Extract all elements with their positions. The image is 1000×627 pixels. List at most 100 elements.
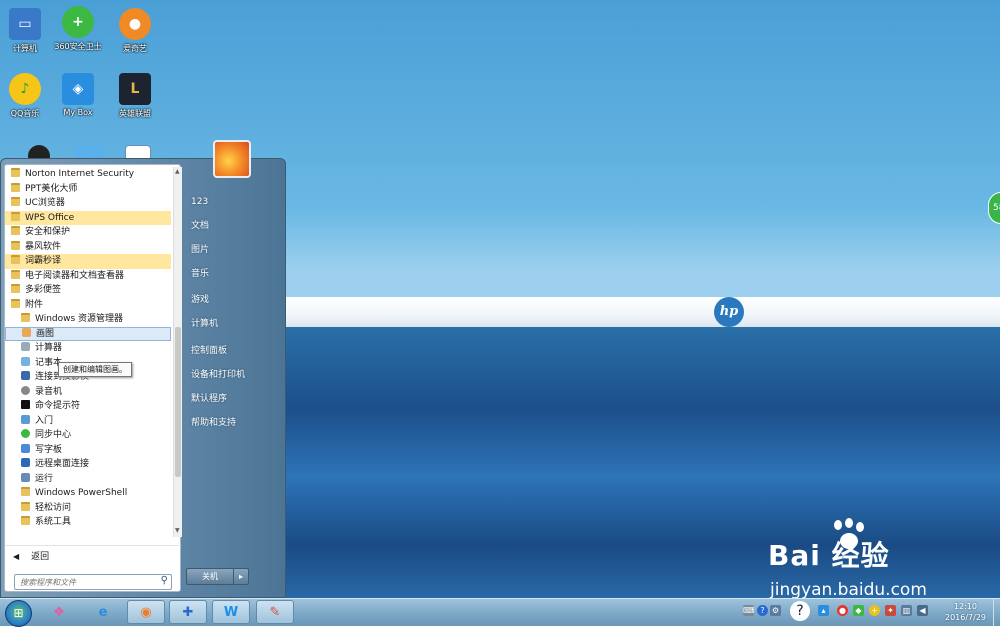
back-arrow-icon: ◀ xyxy=(13,552,20,561)
right-item-devices-printers[interactable]: 设备和打印机 xyxy=(187,367,281,383)
program-folder-wps[interactable]: WPS Office xyxy=(5,210,171,225)
right-item-help-support[interactable]: 帮助和支持 xyxy=(187,415,281,431)
clock-time: 12:10 xyxy=(953,602,978,611)
folder-icon xyxy=(11,298,20,308)
program-folder-accessories[interactable]: 附件 xyxy=(5,298,171,313)
program-remote-desktop[interactable]: 远程桌面连接 xyxy=(5,457,171,472)
program-paint[interactable]: 画图 xyxy=(5,326,171,341)
scroll-down-arrow-icon[interactable]: ▼ xyxy=(175,527,180,534)
taskbar-internet-explorer[interactable]: e xyxy=(84,600,122,624)
program-run[interactable]: 运行 xyxy=(5,472,171,487)
right-item-pictures[interactable]: 图片 xyxy=(187,242,281,258)
start-menu: Norton Internet Security PPT美化大师 UC浏览器 W… xyxy=(0,158,286,598)
program-wordpad[interactable]: 写字板 xyxy=(5,443,171,458)
program-windows-explorer[interactable]: Windows 资源管理器 xyxy=(5,312,171,327)
right-item-default-programs[interactable]: 默认程序 xyxy=(187,391,281,407)
right-item-user-folder[interactable]: 123 xyxy=(187,194,281,210)
search-programs-box[interactable]: ⚲ xyxy=(14,574,172,590)
folder-icon xyxy=(21,487,30,496)
user-account-picture[interactable] xyxy=(213,140,251,178)
right-item-computer[interactable]: 计算机 xyxy=(187,316,281,332)
scroll-up-arrow-icon[interactable]: ▲ xyxy=(175,168,180,175)
system-clock[interactable]: 12:10 2016/7/29 xyxy=(938,601,993,623)
search-input[interactable] xyxy=(20,576,155,588)
calculator-icon xyxy=(21,342,30,351)
antivirus-icon[interactable]: ✦ xyxy=(885,605,896,616)
question-icon[interactable]: ? xyxy=(790,601,810,621)
program-calculator[interactable]: 计算器 xyxy=(5,341,171,356)
folder-icon xyxy=(11,182,20,192)
remote-desktop-icon xyxy=(21,458,30,467)
folder-icon xyxy=(11,255,20,264)
program-recorder[interactable]: 录音机 xyxy=(5,385,171,400)
qq-music-icon: ♪ xyxy=(9,73,41,105)
volume-icon[interactable]: ◀ xyxy=(917,605,928,616)
program-folder-system-tools[interactable]: 系统工具 xyxy=(5,515,171,530)
scrollbar-thumb[interactable] xyxy=(175,327,181,477)
program-folder-uc[interactable]: UC浏览器 xyxy=(5,196,171,211)
back-button[interactable]: ◀ 返回 xyxy=(5,545,181,567)
network-icon[interactable]: ▥ xyxy=(901,605,912,616)
desktop-icon-my-box[interactable]: ◈ My Box xyxy=(53,73,103,117)
program-folder-norton[interactable]: Norton Internet Security xyxy=(5,167,171,182)
program-sync-center[interactable]: 同步中心 xyxy=(5,428,171,443)
desktop-icon-iqiyi[interactable]: ● 爱奇艺 xyxy=(110,8,160,54)
league-icon: L xyxy=(119,73,151,105)
right-item-games[interactable]: 游戏 xyxy=(187,292,281,308)
shutdown-button[interactable]: 关机 xyxy=(186,568,234,585)
taskbar-wps[interactable]: W xyxy=(212,600,250,624)
microphone-icon xyxy=(21,385,30,395)
sync-icon xyxy=(21,429,30,438)
program-getting-started[interactable]: 入门 xyxy=(5,414,171,429)
keyboard-icon[interactable]: ⌨ xyxy=(743,605,755,616)
program-cmd[interactable]: 命令提示符 xyxy=(5,399,171,414)
folder-icon xyxy=(11,168,20,177)
folder-icon xyxy=(11,269,20,279)
folder-icon xyxy=(11,211,20,221)
internet-explorer-icon: e xyxy=(98,604,108,620)
taskbar-game-center[interactable]: ✚ xyxy=(169,600,207,624)
programs-scrollbar[interactable]: ▲ ▼ xyxy=(173,167,182,537)
search-icon[interactable]: ⚲ xyxy=(161,575,168,586)
taskbar-paint[interactable]: ✎ xyxy=(256,600,294,624)
360-safe-icon: + xyxy=(62,6,94,38)
program-folder-ppt[interactable]: PPT美化大师 xyxy=(5,182,171,197)
desktop-icon-360[interactable]: + 360安全卫士 xyxy=(53,6,103,52)
shield-icon[interactable]: ◆ xyxy=(853,605,864,616)
help-icon[interactable]: ? xyxy=(757,605,768,616)
program-folder-ease-of-access[interactable]: 轻松访问 xyxy=(5,501,171,516)
arrow-up-icon[interactable]: ▴ xyxy=(818,605,829,616)
hp-logo: hp xyxy=(714,297,744,327)
program-folder-ciba[interactable]: 词霸秒译 xyxy=(5,254,171,269)
right-item-documents[interactable]: 文档 xyxy=(187,218,281,234)
floating-widget-badge[interactable]: 58 xyxy=(988,192,1000,224)
360-icon[interactable]: + xyxy=(869,605,880,616)
right-item-control-panel[interactable]: 控制面板 xyxy=(187,343,281,359)
notepad-icon xyxy=(21,356,30,366)
program-folder-security[interactable]: 安全和保护 xyxy=(5,225,171,240)
program-folder-ereader[interactable]: 电子阅读器和文档查看器 xyxy=(5,269,171,284)
taskbar-uc-browser[interactable]: ◉ xyxy=(127,600,165,624)
windows-start-icon: ⊞ xyxy=(13,606,24,620)
shutdown-options-arrow-icon[interactable]: ▸ xyxy=(234,568,249,585)
program-folder-powershell[interactable]: Windows PowerShell xyxy=(5,486,171,501)
desktop-icon-league[interactable]: L 英雄联盟 xyxy=(110,73,160,119)
windows-start-button[interactable]: ⊞ xyxy=(5,600,32,627)
folder-icon xyxy=(11,197,20,206)
uc-browser-icon: ◉ xyxy=(140,604,152,620)
desktop-icon-qq-music[interactable]: ♪ QQ音乐 xyxy=(0,73,50,119)
folder-icon xyxy=(21,516,30,525)
run-icon xyxy=(21,472,30,482)
folder-icon xyxy=(11,284,20,293)
right-item-music[interactable]: 音乐 xyxy=(187,266,281,282)
cloud-icon xyxy=(74,145,106,159)
qq-icon[interactable]: ● xyxy=(837,605,848,616)
show-desktop-button[interactable] xyxy=(993,599,1000,626)
taskbar-media-player[interactable]: ❖ xyxy=(40,600,78,624)
program-folder-baofeng[interactable]: 暴风软件 xyxy=(5,240,171,255)
program-folder-notes[interactable]: 多彩便签 xyxy=(5,283,171,298)
desktop-icon-computer[interactable]: ▭ 计算机 xyxy=(0,8,50,54)
shutdown-control: 关机 ▸ xyxy=(186,568,249,585)
settings-icon[interactable]: ⚙ xyxy=(770,605,781,616)
getting-started-icon xyxy=(21,414,30,424)
